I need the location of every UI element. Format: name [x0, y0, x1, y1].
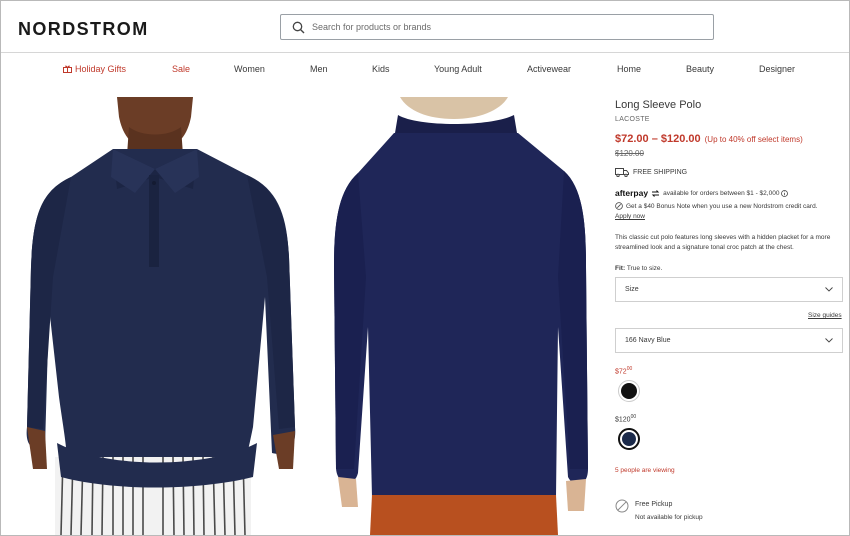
- free-pickup-title[interactable]: Free Pickup: [635, 501, 672, 508]
- header-divider: [1, 52, 849, 53]
- info-icon[interactable]: [781, 189, 789, 197]
- free-shipping: FREE SHIPPING: [615, 168, 845, 177]
- price-main: $72: [615, 368, 627, 376]
- gift-icon: [63, 65, 72, 73]
- nav-young-adult[interactable]: Young Adult: [434, 64, 482, 74]
- fit-label: Fit:: [615, 265, 626, 272]
- product-description: This classic cut polo features long slee…: [615, 234, 831, 251]
- price-cents: 00: [630, 414, 637, 420]
- swatch-fill: [622, 432, 636, 446]
- price-cents: 00: [626, 366, 633, 372]
- bonus-note: Get a $40 Bonus Note when you use a new …: [615, 202, 845, 210]
- color-select[interactable]: 166 Navy Blue: [615, 328, 843, 353]
- discount-text: (Up to 40% off select items): [704, 135, 803, 144]
- nav-kids[interactable]: Kids: [372, 64, 390, 74]
- price-main: $120: [615, 416, 631, 424]
- size-guides-link[interactable]: Size guides: [808, 312, 842, 319]
- nav-home[interactable]: Home: [617, 64, 641, 74]
- apply-now-link[interactable]: Apply now: [615, 213, 845, 220]
- product-image-front[interactable]: [17, 97, 308, 535]
- swatch-fill: [621, 383, 637, 399]
- product-title: Long Sleeve Polo: [615, 99, 702, 111]
- bonus-text: Get a $40 Bonus Note when you use a new …: [626, 202, 818, 210]
- nav-men[interactable]: Men: [310, 64, 328, 74]
- main-nav: Holiday Gifts Sale Women Men Kids Young …: [0, 64, 850, 78]
- size-select[interactable]: Size: [615, 277, 843, 302]
- nav-designer[interactable]: Designer: [759, 64, 795, 74]
- chevron-down-icon: [825, 338, 833, 343]
- afterpay-logo: afterpay: [615, 188, 649, 198]
- nav-sale[interactable]: Sale: [172, 64, 190, 74]
- nav-women[interactable]: Women: [234, 64, 265, 74]
- search-input[interactable]: [312, 22, 692, 32]
- afterpay-arrows-icon: [651, 189, 660, 197]
- shipping-text: FREE SHIPPING: [633, 169, 688, 176]
- swatch-price-72: $7200: [615, 366, 845, 375]
- nav-beauty[interactable]: Beauty: [686, 64, 714, 74]
- original-price: $120.00: [615, 149, 644, 158]
- price-range: $72.00 – $120.00: [615, 133, 701, 145]
- swatch-price-120: $12000: [615, 414, 845, 423]
- color-swatch-black[interactable]: [618, 380, 640, 402]
- product-image-back[interactable]: [318, 97, 602, 535]
- nav-holiday-gifts[interactable]: Holiday Gifts: [63, 64, 126, 74]
- viewing-count: 5 people are viewing: [615, 467, 675, 474]
- fit-info: Fit: True to size.: [615, 265, 845, 272]
- size-select-label: Size: [625, 286, 639, 293]
- pickup-status: Not available for pickup: [635, 514, 703, 521]
- search-icon[interactable]: [286, 15, 310, 39]
- product-price: $72.00 – $120.00 (Up to 40% off select it…: [615, 133, 845, 145]
- color-swatch-navy[interactable]: [618, 428, 640, 450]
- card-icon: [615, 202, 623, 210]
- truck-icon: [615, 168, 629, 177]
- nav-activewear[interactable]: Activewear: [527, 64, 571, 74]
- color-select-label: 166 Navy Blue: [625, 337, 671, 344]
- search-bar[interactable]: [280, 14, 714, 40]
- pickup-unavailable-icon: [615, 499, 629, 513]
- fit-value: True to size.: [626, 265, 663, 272]
- nordstrom-logo[interactable]: NORDSTROM: [18, 19, 149, 40]
- product-brand[interactable]: LACOSTE: [615, 116, 845, 123]
- afterpay-text: available for orders between $1 - $2,000: [663, 189, 780, 197]
- chevron-down-icon: [825, 287, 833, 292]
- nav-label: Holiday Gifts: [75, 64, 127, 74]
- afterpay-info: afterpay available for orders between $1…: [615, 188, 845, 198]
